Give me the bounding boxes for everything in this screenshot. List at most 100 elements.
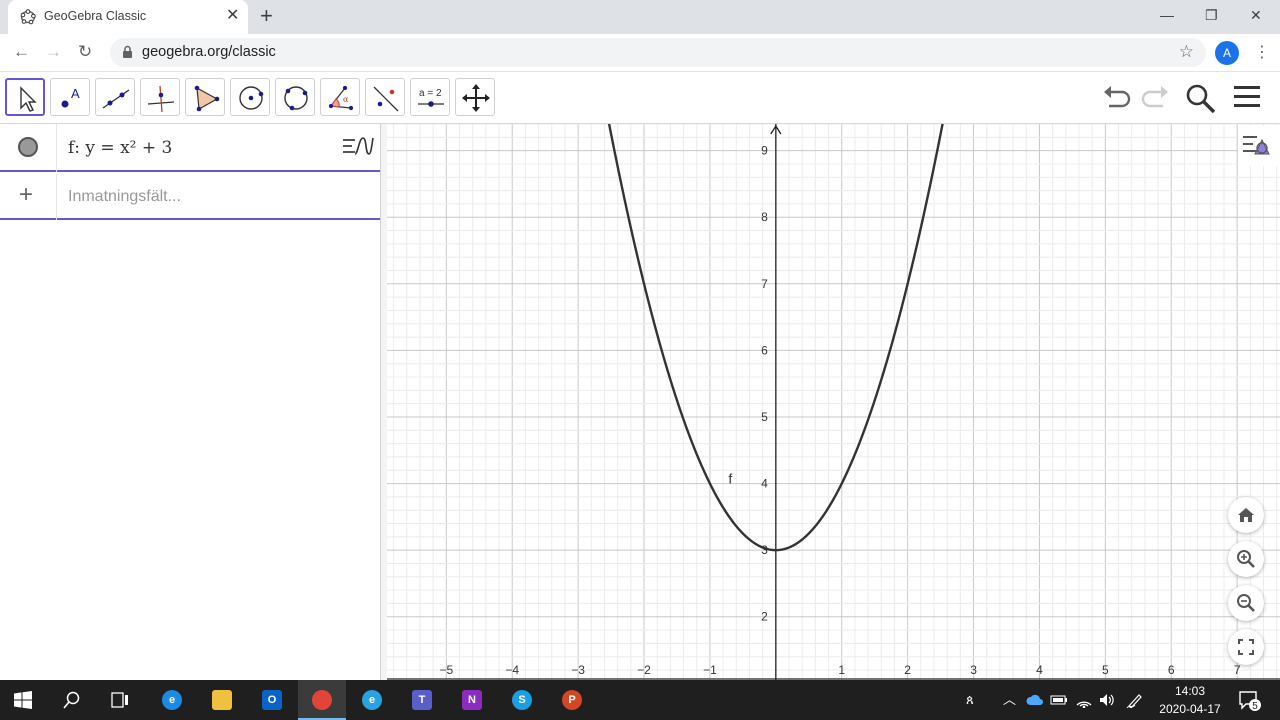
x-tick-label: −5: [439, 663, 453, 677]
windows-start-icon[interactable]: [14, 691, 32, 709]
x-tick-label: 3: [970, 663, 977, 677]
task-view-icon[interactable]: [111, 691, 129, 709]
new-tab-button[interactable]: +: [260, 4, 273, 28]
app-glyph: e: [168, 694, 176, 706]
back-icon[interactable]: ←: [13, 42, 30, 62]
browser-tab[interactable]: GeoGebra Classic ✕: [8, 0, 248, 34]
tray-overflow-icon[interactable]: ︿: [1003, 692, 1016, 708]
outlook-icon: O: [262, 690, 282, 710]
search-taskbar-icon[interactable]: [63, 691, 81, 709]
algebra-input-field[interactable]: [68, 185, 368, 209]
browser-tab-strip: GeoGebra Classic ✕ + — ❐ ✕: [0, 0, 1280, 34]
taskbar-app-edge[interactable]: e: [148, 680, 196, 720]
windows-taskbar: e Oe T N S P ጰ ︿ 14:03 2020-04-17 5: [0, 680, 1280, 720]
address-bar[interactable]: geogebra.org/classic ☆: [110, 38, 1206, 67]
x-tick-label: 1: [838, 663, 845, 677]
onedrive-icon[interactable]: [1026, 694, 1044, 706]
line-tool[interactable]: [95, 78, 135, 116]
search-icon[interactable]: [1184, 82, 1218, 114]
zoom-out-button[interactable]: [1228, 585, 1264, 621]
reflect-tool[interactable]: [365, 78, 405, 116]
app-glyph: T: [418, 694, 426, 706]
geogebra-favicon-icon: [20, 9, 36, 25]
visibility-toggle[interactable]: [18, 137, 38, 157]
function-label-f[interactable]: f: [728, 471, 732, 487]
bookmark-star-icon[interactable]: ☆: [1179, 42, 1194, 62]
reload-icon[interactable]: ↻: [78, 42, 92, 62]
onenote-icon: N: [462, 690, 482, 710]
taskbar-app-internet-explorer[interactable]: e: [348, 680, 396, 720]
axes: [387, 124, 1280, 680]
svg-text:A: A: [71, 86, 80, 101]
tab-close-icon[interactable]: ✕: [226, 8, 239, 24]
app-glyph: N: [468, 694, 476, 706]
taskbar-app-outlook[interactable]: O: [248, 680, 296, 720]
battery-icon[interactable]: [1050, 694, 1068, 706]
algebra-input-row: +: [0, 174, 380, 220]
fullscreen-icon: [1238, 639, 1254, 655]
y-tick-label: 6: [761, 343, 768, 357]
polygon-tool[interactable]: [185, 78, 225, 116]
taskbar-app-powerpoint[interactable]: P: [548, 680, 596, 720]
slider-tool[interactable]: a = 2: [410, 78, 450, 116]
zoom-in-button[interactable]: [1228, 541, 1264, 577]
restore-icon[interactable]: ❐: [1205, 5, 1218, 25]
browser-menu-icon[interactable]: ⋮: [1254, 42, 1270, 62]
graphics-view[interactable]: −5 −4 −3 −2 −1 1 2 3 4 5 6 7 2 3 4 5 6 7 8 9 f: [387, 124, 1280, 680]
move-arrows-icon: [462, 84, 490, 112]
taskbar-app-onenote[interactable]: N: [448, 680, 496, 720]
tab-title: GeoGebra Classic: [44, 9, 147, 23]
clock-time[interactable]: 14:03: [1170, 684, 1210, 698]
file-explorer-icon: [212, 690, 232, 710]
x-tick-label: 6: [1168, 663, 1175, 677]
clock-date[interactable]: 2020-04-17: [1152, 702, 1228, 716]
undo-icon[interactable]: [1100, 82, 1134, 112]
forward-icon[interactable]: →: [45, 42, 62, 62]
app-glyph: O: [267, 694, 277, 706]
url-text: geogebra.org/classic: [142, 44, 276, 60]
angle-tool[interactable]: α: [320, 78, 360, 116]
x-tick-label: −3: [571, 663, 585, 677]
fullscreen-button[interactable]: [1228, 629, 1264, 665]
taskbar-app-skype[interactable]: S: [498, 680, 546, 720]
taskbar-app-teams[interactable]: T: [398, 680, 446, 720]
y-tick-label: 8: [761, 210, 768, 224]
powerpoint-icon: P: [562, 690, 582, 710]
conic-tool[interactable]: [275, 78, 315, 116]
point-tool[interactable]: A: [50, 78, 90, 116]
algebra-expression[interactable]: f: y = x² + 3: [68, 138, 172, 158]
add-object-icon[interactable]: +: [19, 183, 33, 207]
window-close-icon[interactable]: ✕: [1250, 5, 1262, 25]
volume-icon[interactable]: [1098, 692, 1116, 708]
notifications-icon[interactable]: 5: [1238, 690, 1262, 712]
circle-tool[interactable]: [230, 78, 270, 116]
svg-text:α: α: [343, 95, 349, 104]
perpendicular-line-tool[interactable]: [140, 78, 180, 116]
minimize-icon[interactable]: —: [1160, 5, 1174, 25]
redo-icon[interactable]: [1138, 82, 1172, 112]
circle-icon: [239, 86, 264, 110]
move-tool[interactable]: [5, 78, 45, 116]
taskbar-app-file-explorer[interactable]: [198, 680, 246, 720]
profile-avatar[interactable]: A: [1215, 41, 1239, 65]
standard-view-button[interactable]: [1228, 497, 1264, 533]
grid: [387, 124, 1280, 680]
x-tick-label: −2: [637, 663, 651, 677]
y-tick-label: 5: [761, 410, 768, 424]
polygon-icon: [194, 85, 220, 112]
people-icon[interactable]: ጰ: [966, 692, 974, 708]
move-graphics-view-tool[interactable]: [455, 78, 495, 116]
main-menu-icon[interactable]: [1232, 82, 1262, 112]
algebra-view-menu-icon[interactable]: [340, 132, 376, 162]
x-tick-label: 4: [1036, 663, 1043, 677]
taskbar-app-chrome[interactable]: [298, 680, 346, 720]
algebra-item-f[interactable]: f: y = x² + 3: [0, 124, 380, 172]
zoom-in-icon: [1237, 550, 1255, 568]
wifi-icon[interactable]: [1075, 692, 1093, 708]
teams-icon: T: [412, 690, 432, 710]
algebra-input-divider: [56, 174, 57, 220]
graphics-canvas: −5 −4 −3 −2 −1 1 2 3 4 5 6 723456789 f: [387, 124, 1280, 680]
algebra-view: f: y = x² + 3 +: [0, 124, 381, 680]
pen-workspace-icon[interactable]: [1126, 692, 1144, 708]
graphics-style-bar-button[interactable]: [1238, 126, 1280, 166]
